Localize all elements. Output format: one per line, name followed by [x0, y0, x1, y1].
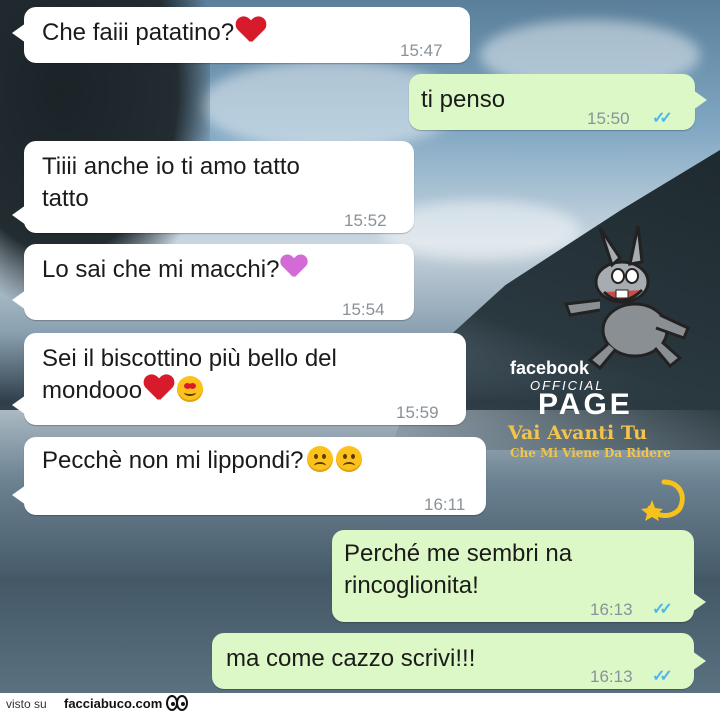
message-outgoing[interactable]: Perché me sembri na rincoglionita! 16:13… [332, 530, 706, 622]
message-text-line: mondooo [42, 377, 143, 404]
frowning-face-emoji [306, 446, 333, 472]
message-time: 15:47 [400, 41, 443, 60]
message-incoming[interactable]: Lo sai che mi macchi? 15:54 [12, 244, 414, 320]
message-text: ma come cazzo scrivi!!! [226, 645, 476, 672]
message-time: 15:59 [396, 403, 439, 422]
message-text-line: rincoglionita! [344, 572, 479, 599]
message-text: Lo sai che mi macchi? [42, 256, 280, 283]
message-incoming[interactable]: Sei il biscottino più bello del mondooo … [12, 333, 466, 425]
message-time: 16:13 [590, 600, 633, 619]
message-text-line: Sei il biscottino più bello del [42, 345, 337, 372]
watermark-page: PAGE [538, 388, 633, 421]
message-time: 16:11 [424, 495, 466, 514]
message-time: 15:50 [587, 109, 630, 128]
watermark-tagline: Vai Avanti Tu [508, 422, 648, 444]
donkey-mascot-icon [563, 225, 690, 370]
message-text-line: Perché me sembri na [344, 540, 573, 567]
footer-bar: visto su facciabuco.com [0, 693, 720, 717]
footer-site-link[interactable]: facciabuco.com [64, 696, 162, 711]
footer-visto-label: visto su [6, 697, 47, 711]
message-time: 16:13 [590, 667, 633, 686]
message-text: ti penso [421, 86, 506, 113]
read-receipt-icon: ✓✓ [652, 601, 673, 618]
sparkle-icon [641, 479, 685, 521]
read-receipt-icon: ✓✓ [652, 110, 673, 127]
heart-eyes-emoji [177, 376, 204, 402]
two-hearts-emoji [281, 255, 309, 279]
message-incoming[interactable]: Che faiii patatino? 15:47 [12, 7, 470, 63]
message-time: 15:52 [344, 211, 387, 230]
eyes-logo-icon [166, 695, 188, 711]
red-heart-emoji [144, 375, 174, 401]
message-incoming[interactable]: Tiiii anche io ti amo tatto tatto 15:52 [12, 141, 414, 233]
message-outgoing[interactable]: ma come cazzo scrivi!!! 16:13 ✓✓ [212, 633, 706, 689]
message-text: Che faiii patatino? [42, 19, 235, 46]
watermark-subtagline: Che Mi Viene Da Ridere [510, 446, 671, 460]
message-outgoing[interactable]: ti penso 15:50 ✓✓ [409, 74, 707, 130]
message-time: 15:54 [342, 300, 385, 319]
watermark-brand: facebook [510, 358, 590, 378]
message-text-line: Tiiii anche io ti amo tatto [42, 153, 300, 180]
frowning-face-emoji [335, 446, 362, 472]
read-receipt-icon: ✓✓ [652, 668, 673, 685]
message-text-line: tatto [42, 185, 89, 212]
message-text: Pecchè non mi lippondi? [42, 447, 304, 474]
red-heart-emoji [236, 17, 266, 43]
message-incoming[interactable]: Pecchè non mi lippondi? 16:11 [12, 437, 486, 515]
